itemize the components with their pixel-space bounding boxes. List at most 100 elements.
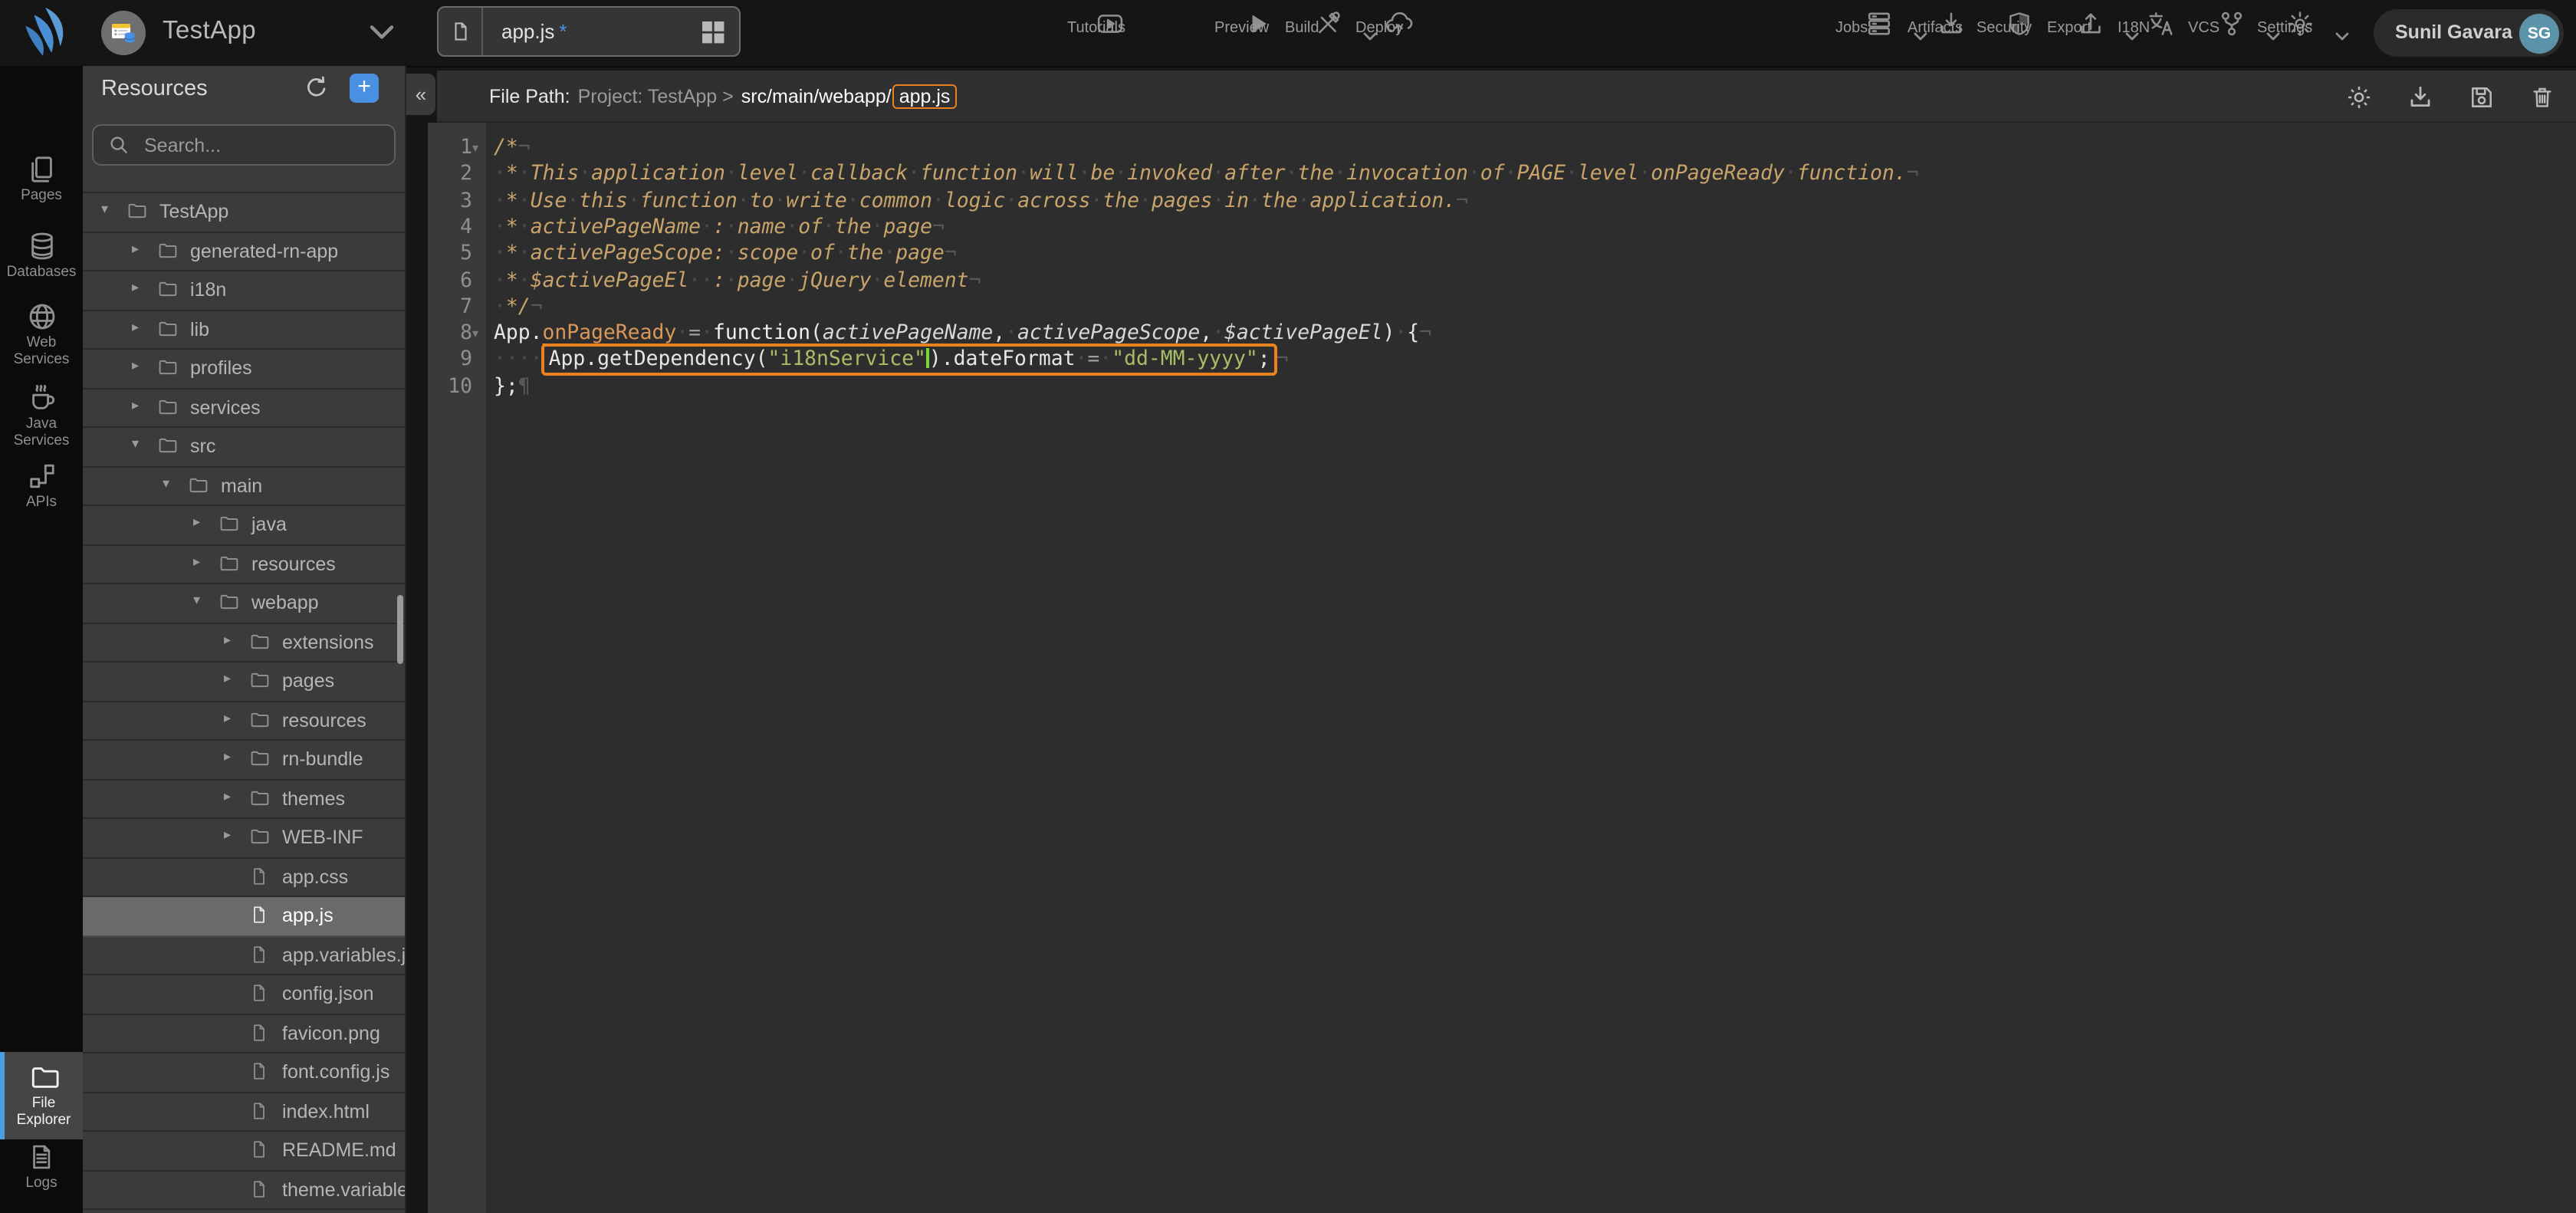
code-line-6[interactable]: 6·*·$activePageEl··:·page·jQuery·element… [428,268,2576,294]
code-line-2[interactable]: 2·*·This·application·level·callback·func… [428,162,2576,189]
delete-file-trash-icon[interactable] [2530,84,2555,110]
tree-item-src[interactable]: ▾src [83,428,405,467]
tree-item-WEB-INF[interactable]: ▸WEB-INF [83,819,405,858]
project-switcher-chevron-down-icon[interactable] [368,21,396,41]
tree-item-theme.variables[interactable]: theme.variables [83,1171,405,1210]
chevron-collapsed-icon[interactable]: ▸ [132,318,139,335]
sidebar-item-file-explorer[interactable]: FileExplorer [0,1052,83,1139]
tree-item-java[interactable]: ▸java [83,506,405,545]
tab-file-name: app.js [501,20,554,43]
chevron-collapsed-icon[interactable]: ▸ [224,631,231,648]
code-line-4[interactable]: 4·*·activePageName·:·name·of·the·page¬ [428,215,2576,242]
chevron-collapsed-icon[interactable]: ▸ [224,827,231,843]
fold-arrow-icon[interactable]: ▾ [472,135,478,162]
chevron-expanded-icon[interactable]: ▾ [163,475,169,491]
chevron-collapsed-icon[interactable]: ▸ [132,396,139,413]
tree-item-label: app.css [282,866,348,887]
tree-item-font.config.js[interactable]: font.config.js [83,1054,405,1093]
tree-item-index.html[interactable]: index.html [83,1093,405,1132]
folder-icon [158,240,178,260]
download-file-icon[interactable] [2407,84,2433,110]
editor-settings-gear-icon[interactable] [2346,84,2372,110]
chevron-expanded-icon[interactable]: ▾ [132,436,139,452]
tree-item-themes[interactable]: ▸themes [83,780,405,819]
tree-item-label: app.js [282,905,334,926]
chevron-expanded-icon[interactable]: ▾ [193,592,200,609]
chevron-collapsed-icon[interactable]: ▸ [224,787,231,804]
toolbar-tutorials-button[interactable]: Tutorials [1067,8,1153,38]
code-line-3[interactable]: 3·*·Use·this·function·to·write·common·lo… [428,188,2576,215]
tree-item-i18n[interactable]: ▸i18n [83,271,405,311]
add-resource-button[interactable]: + [350,74,379,103]
code-line-8[interactable]: 8▾App.onPageReady·=·function(activePageN… [428,321,2576,347]
tree-scrollbar[interactable] [397,595,402,664]
fold-arrow-icon[interactable]: ▾ [472,321,478,347]
chevron-collapsed-icon[interactable]: ▸ [224,670,231,687]
file-icon [250,944,268,964]
sidebar-item-databases[interactable]: Databases [0,232,83,281]
wavemaker-logo-icon[interactable] [18,6,72,60]
chevron-collapsed-icon[interactable]: ▸ [132,279,139,296]
sidebar-item-web-services[interactable]: WebServices [0,302,83,368]
tree-item-pages[interactable]: ▸pages [83,662,405,702]
folder-icon [250,827,270,846]
tree-item-app.variables.js[interactable]: app.variables.js [83,936,405,975]
tree-item-rn-bundle[interactable]: ▸rn-bundle [83,741,405,780]
tree-item-main[interactable]: ▾main [83,467,405,506]
chevron-collapsed-icon[interactable]: ▸ [224,748,231,765]
sidebar-item-java-services[interactable]: JavaServices [0,383,83,449]
tree-item-lib[interactable]: ▸lib [83,311,405,350]
chevron-expanded-icon[interactable]: ▾ [101,201,108,218]
tree-item-extensions[interactable]: ▸extensions [83,623,405,662]
tree-item-TestApp[interactable]: ▾TestApp [83,193,405,232]
tree-item-resources[interactable]: ▸ resources [83,702,405,741]
collapse-panel-button[interactable]: « [406,74,435,115]
file-path-bar: File Path: Project: TestApp > src/main/w… [437,71,2576,123]
file-icon [250,1139,268,1159]
tree-item-README.md[interactable]: README.md [83,1132,405,1171]
refresh-icon[interactable] [304,75,330,101]
folder-icon [250,670,270,690]
chevron-collapsed-icon[interactable]: ▸ [132,357,139,374]
tree-item-webapp[interactable]: ▾webapp [83,584,405,623]
sidebar-item-logs[interactable]: Logs [0,1142,83,1192]
tree-item-generated-rn-app[interactable]: ▸generated-rn-app [83,232,405,271]
chevron-collapsed-icon[interactable]: ▸ [132,240,139,257]
search-input[interactable] [141,133,377,157]
tree-item-config.json[interactable]: config.json [83,975,405,1014]
tree-item-app.css[interactable]: app.css [83,858,405,897]
line-number: 3 [428,188,486,215]
tree-item-favicon.png[interactable]: favicon.png [83,1014,405,1054]
dashboard-grid-icon[interactable] [701,20,725,44]
resource-search[interactable] [92,124,396,166]
user-menu[interactable]: Sunil Gavara SG [2374,9,2564,57]
left-nav-rail: Pages Databases WebServices JavaServices API… [0,66,83,1213]
toolbar-settings-button[interactable]: Settings [2257,8,2343,38]
chevron-collapsed-icon[interactable]: ▸ [224,709,231,726]
pages-icon [0,155,83,184]
file-icon [250,1100,268,1120]
code-line-5[interactable]: 5·*·activePageScope:·scope·of·the·page¬ [428,241,2576,268]
folder-icon [127,201,147,221]
code-line-7[interactable]: 7·*/¬ [428,294,2576,321]
tree-item-resources[interactable]: ▸resources [83,545,405,584]
sidebar-item-apis[interactable]: APIs [0,462,83,511]
tree-item-services[interactable]: ▸services [83,389,405,428]
tree-item-label: resources [282,709,366,731]
save-file-icon[interactable] [2469,84,2495,110]
open-file-tab[interactable]: app.js * [437,6,741,57]
sidebar-item-pages[interactable]: Pages [0,155,83,204]
code-line-1[interactable]: 1▾/*¬ [428,135,2576,162]
highlight-box: App.getDependency("i18nService").dateFor… [541,344,1278,376]
code-line-10[interactable]: 10};¶ [428,373,2576,400]
code-line-9[interactable]: 9····App.getDependency("i18nService").da… [428,347,2576,374]
databases-icon [0,232,83,261]
tree-item-profiles[interactable]: ▸profiles [83,350,405,389]
chevron-collapsed-icon[interactable]: ▸ [193,514,200,531]
toolbar-deploy-button[interactable]: Deploy [1355,8,1441,38]
folder-icon [250,787,270,807]
project-avatar-icon[interactable] [101,11,146,55]
tree-item-app.js[interactable]: app.js [83,897,405,936]
editor-toolbar [2346,71,2555,123]
chevron-collapsed-icon[interactable]: ▸ [193,553,200,570]
